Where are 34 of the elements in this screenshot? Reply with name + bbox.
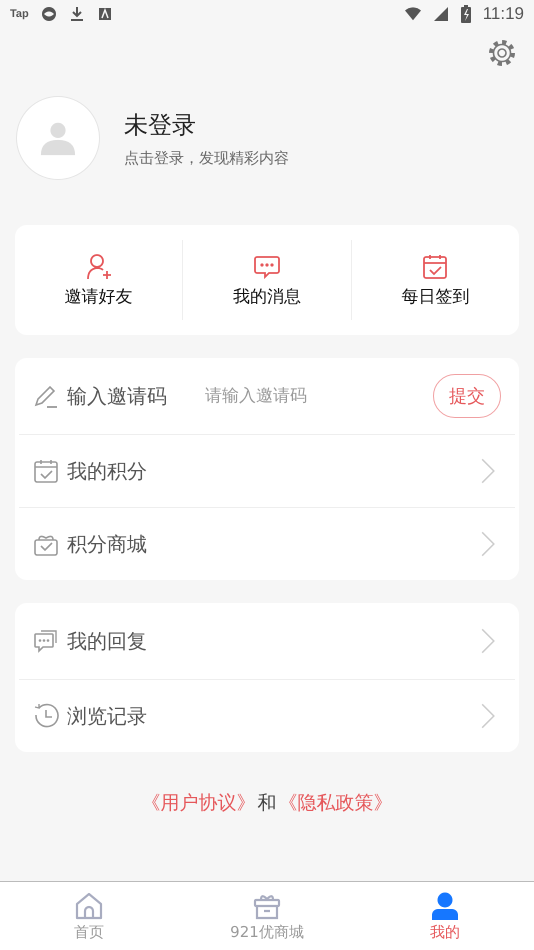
quick-action[interactable]: 我的消息 [183,252,351,308]
tab[interactable]: 我的 [356,882,534,950]
signal-icon [432,6,449,22]
download-icon [68,6,85,22]
quick-action[interactable]: 邀请好友 [15,252,182,308]
conjunction: 和 [258,791,276,816]
chevron-icon [481,456,495,486]
clock: 11:19 [482,4,524,24]
app-label: Tap [10,8,29,20]
chevron-icon [481,529,495,559]
menu-label[interactable]: 我的回复 [67,628,147,654]
quick-action[interactable]: 每日签到 [352,252,519,308]
history-icon [33,703,59,729]
chevron-icon [481,701,495,731]
wifi-icon [404,6,421,22]
login-status[interactable]: 未登录 [124,108,289,140]
menu-label: 输入邀请码 [67,382,167,410]
invite-code-field[interactable]: 请输入邀请码 [205,386,395,406]
add-person-icon [84,252,113,280]
menu-label[interactable]: 积分商城 [67,530,147,558]
calendar-check-icon [33,458,59,484]
menu-label[interactable]: 浏览记录 [67,702,147,730]
person-icon [430,890,460,920]
chat-icon [33,628,59,654]
pencil-icon [33,383,59,409]
calendar-check-icon [421,252,450,280]
menu-label[interactable]: 我的积分 [67,458,147,484]
chevron-icon [481,626,495,656]
submit-button[interactable]: 提交 [433,374,501,418]
battery-icon [460,5,471,23]
home-icon [74,890,104,920]
login-hint: 点击登录，发现精彩内容 [124,148,289,168]
app-icon [96,6,113,22]
settings-icon[interactable] [488,39,516,67]
